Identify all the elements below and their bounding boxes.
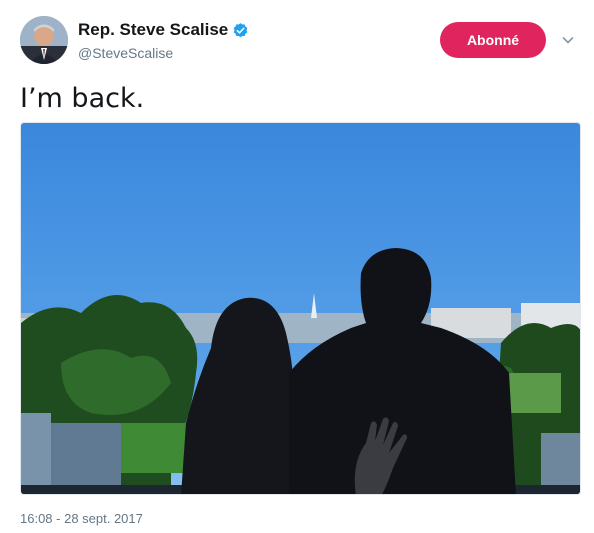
tweet-timestamp[interactable]: 16:08 - 28 sept. 2017 [20, 511, 143, 526]
chevron-down-icon[interactable] [560, 32, 576, 48]
author-name-row: Rep. Steve Scalise [78, 20, 249, 40]
author-handle[interactable]: @SteveScalise [78, 45, 173, 61]
tweet-photo[interactable] [20, 122, 581, 495]
following-button[interactable]: Abonné [440, 22, 546, 58]
tweet-card: Rep. Steve Scalise @SteveScalise Abonné … [0, 0, 594, 533]
tweet-text: I’m back. [20, 83, 145, 114]
avatar-photo [20, 16, 68, 64]
author-display-name[interactable]: Rep. Steve Scalise [78, 20, 228, 40]
avatar[interactable] [20, 16, 68, 64]
photo-scene [21, 123, 580, 494]
verified-badge-icon [233, 22, 248, 37]
